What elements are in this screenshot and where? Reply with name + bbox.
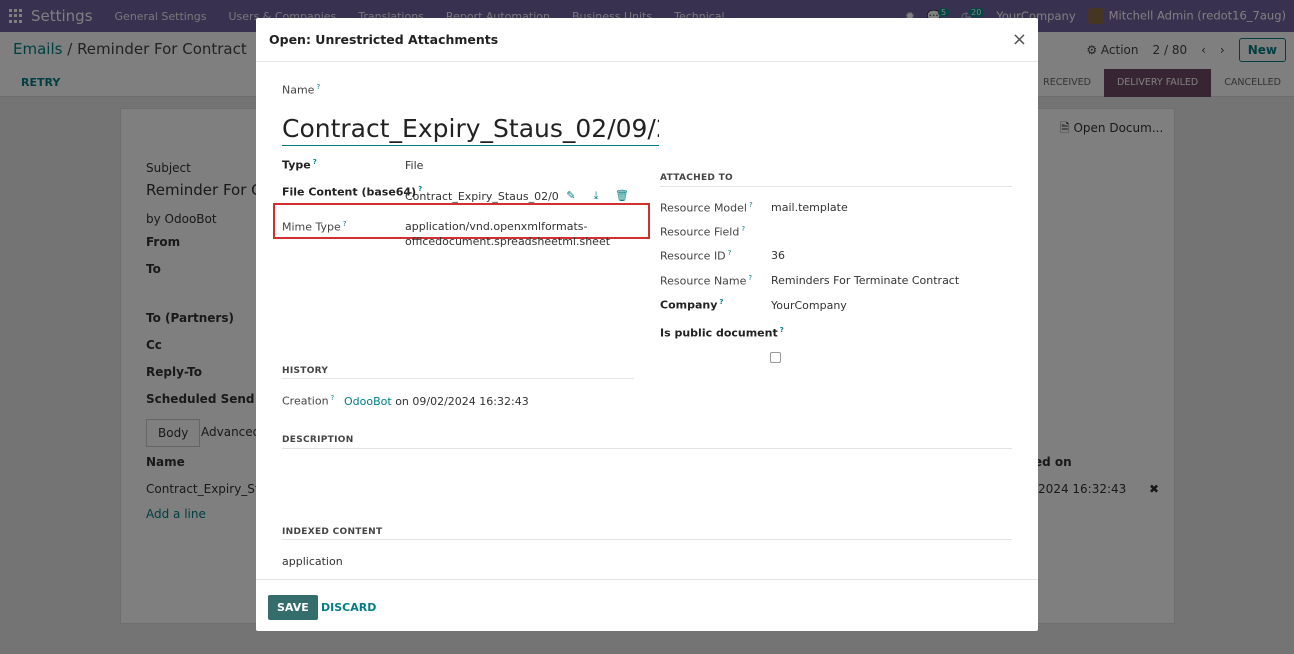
- discard-button[interactable]: DISCARD: [321, 601, 376, 614]
- name-input[interactable]: Contract_Expiry_Staus_02/09/2024: [282, 114, 659, 146]
- indexed-content-value: application: [282, 555, 343, 568]
- file-content-value: Contract_Expiry_Staus_02/09/20: [405, 190, 558, 203]
- attached-to-heading: ATTACHED TO: [660, 173, 733, 183]
- resource-field-label: Resource Field?: [660, 225, 746, 239]
- resource-model-value[interactable]: mail.template: [771, 201, 848, 214]
- attachment-dialog: Open: Unrestricted Attachments × Name? C…: [256, 18, 1038, 631]
- company-value[interactable]: YourCompany: [771, 299, 847, 312]
- indexed-content-heading: INDEXED CONTENT: [282, 527, 383, 537]
- attached-to-divider: [660, 186, 1012, 187]
- type-value[interactable]: File: [405, 159, 423, 172]
- type-label: Type?: [282, 158, 317, 172]
- download-icon[interactable]: ⤓: [590, 190, 602, 202]
- resource-name-value[interactable]: Reminders For Terminate Contract: [771, 274, 959, 287]
- trash-icon[interactable]: 🗑: [615, 190, 629, 202]
- description-heading: DESCRIPTION: [282, 435, 354, 445]
- close-icon[interactable]: ×: [1012, 29, 1027, 50]
- creation-user-link[interactable]: OdooBot: [344, 395, 392, 408]
- history-heading: HISTORY: [282, 366, 329, 376]
- public-document-checkbox[interactable]: [770, 352, 781, 363]
- dialog-header: Open: Unrestricted Attachments ×: [256, 18, 1038, 62]
- dialog-footer: SAVE DISCARD: [256, 579, 1038, 631]
- description-divider: [282, 448, 1012, 449]
- history-divider: [282, 378, 634, 379]
- save-button[interactable]: SAVE: [268, 595, 318, 620]
- resource-id-value[interactable]: 36: [771, 249, 785, 262]
- name-label: Name?: [282, 83, 321, 97]
- dialog-title: Open: Unrestricted Attachments: [269, 32, 499, 47]
- resource-name-label: Resource Name?: [660, 274, 753, 288]
- creation-timestamp: on 09/02/2024 16:32:43: [391, 395, 529, 408]
- indexed-content-divider: [282, 539, 1012, 540]
- resource-model-label: Resource Model?: [660, 201, 753, 215]
- resource-id-label: Resource ID?: [660, 249, 732, 263]
- file-content-label: File Content (base64)?: [282, 185, 423, 199]
- mime-type-label: Mime Type?: [282, 220, 347, 234]
- creation-value: OdooBot on 09/02/2024 16:32:43: [344, 395, 529, 408]
- creation-label: Creation?: [282, 394, 335, 408]
- mime-type-value-line2: officedocument.spreadsheetml.sheet: [405, 235, 611, 248]
- company-label: Company?: [660, 298, 724, 312]
- mime-type-value-line1: application/vnd.openxmlformats-: [405, 220, 588, 233]
- dialog-body: Name? Contract_Expiry_Staus_02/09/2024 T…: [256, 62, 1038, 579]
- public-document-label: Is public document?: [660, 326, 784, 340]
- edit-pencil-icon[interactable]: ✎: [565, 190, 577, 202]
